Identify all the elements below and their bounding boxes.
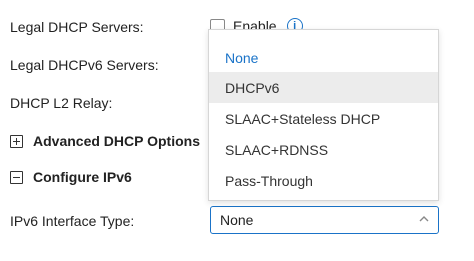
legal-dhcp-servers-label: Legal DHCP Servers: bbox=[10, 19, 144, 35]
menu-option-slaac-stateless-dhcp[interactable]: SLAAC+Stateless DHCP bbox=[209, 103, 438, 134]
advanced-dhcp-options-label: Advanced DHCP Options bbox=[33, 133, 200, 149]
legal-dhcpv6-servers-label: Legal DHCPv6 Servers: bbox=[10, 57, 159, 73]
ipv6-interface-type-value: None bbox=[220, 212, 254, 228]
menu-option-none[interactable]: None bbox=[209, 42, 438, 73]
ipv6-interface-type-label: IPv6 Interface Type: bbox=[10, 213, 135, 229]
minus-icon bbox=[10, 170, 23, 184]
menu-option-dhcpv6[interactable]: DHCPv6 bbox=[209, 72, 438, 103]
ipv6-interface-type-menu: None DHCPv6 SLAAC+Stateless DHCP SLAAC+R… bbox=[208, 29, 439, 201]
plus-icon bbox=[10, 134, 23, 148]
dhcp-l2-relay-label: DHCP L2 Relay: bbox=[10, 95, 113, 111]
advanced-dhcp-options-toggle[interactable]: Advanced DHCP Options bbox=[10, 133, 200, 149]
chevron-up-icon bbox=[419, 216, 429, 222]
menu-option-pass-through[interactable]: Pass-Through bbox=[209, 165, 438, 196]
ipv6-interface-type-select[interactable]: None bbox=[210, 206, 439, 234]
configure-ipv6-label: Configure IPv6 bbox=[33, 169, 132, 185]
configure-ipv6-toggle[interactable]: Configure IPv6 bbox=[10, 169, 132, 185]
menu-option-slaac-rdnss[interactable]: SLAAC+RDNSS bbox=[209, 134, 438, 165]
